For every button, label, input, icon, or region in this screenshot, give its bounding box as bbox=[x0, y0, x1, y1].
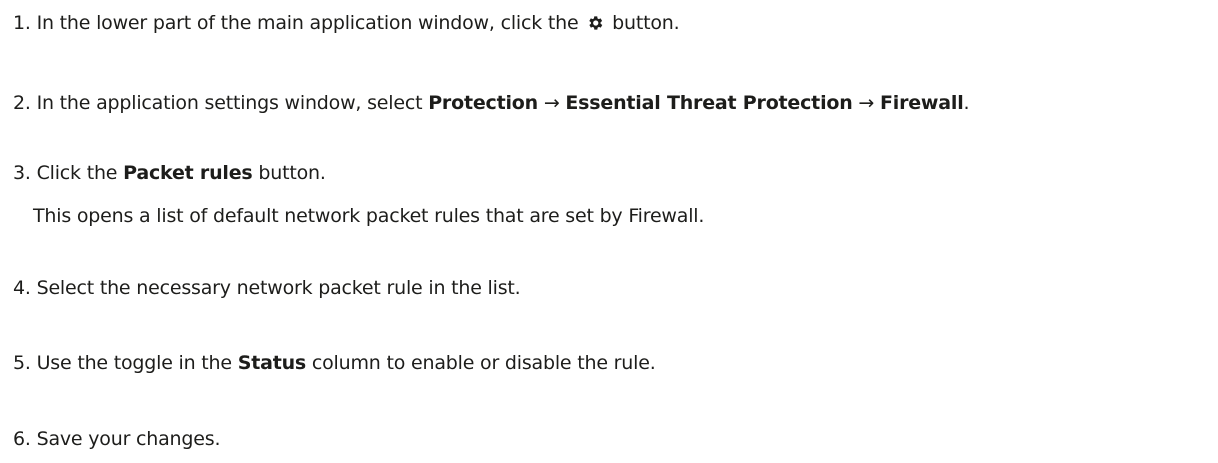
step-number: 5. bbox=[13, 352, 31, 374]
step-3: 3. Click the Packet rules button. bbox=[13, 161, 326, 185]
step-text: Click the bbox=[36, 162, 118, 184]
menu-path-protection: Protection bbox=[428, 92, 538, 114]
step-1: 1. In the lower part of the main applica… bbox=[13, 11, 680, 35]
step-text: Use the toggle in the bbox=[36, 352, 233, 374]
status-column-label: Status bbox=[237, 352, 307, 374]
menu-path-firewall: Firewall bbox=[879, 92, 964, 114]
step-text: In the application settings window, sele… bbox=[36, 92, 423, 114]
path-arrow: → bbox=[858, 92, 875, 114]
step-number: 2. bbox=[13, 92, 31, 114]
step-text: In the lower part of the main applicatio… bbox=[36, 12, 579, 34]
packet-rules-label: Packet rules bbox=[123, 162, 253, 184]
step-4: 4. Select the necessary network packet r… bbox=[13, 276, 521, 300]
instruction-document: 1. In the lower part of the main applica… bbox=[0, 0, 1218, 463]
menu-path-essential-threat-protection: Essential Threat Protection bbox=[565, 92, 853, 114]
step-text-end: button. bbox=[612, 12, 680, 34]
step-note: This opens a list of default network pac… bbox=[33, 205, 705, 227]
step-text: Select the necessary network packet rule… bbox=[36, 277, 521, 299]
gear-icon bbox=[586, 14, 604, 32]
step-6: 6. Save your changes. bbox=[13, 427, 220, 451]
step-5: 5. Use the toggle in the Status column t… bbox=[13, 351, 656, 375]
step-text-end: . bbox=[963, 92, 970, 114]
step-text-end: column to enable or disable the rule. bbox=[311, 352, 656, 374]
step-number: 6. bbox=[13, 428, 31, 450]
step-text: Save your changes. bbox=[36, 428, 221, 450]
step-number: 4. bbox=[13, 277, 31, 299]
step-3-note: This opens a list of default network pac… bbox=[33, 204, 704, 228]
step-number: 1. bbox=[13, 12, 31, 34]
step-number: 3. bbox=[13, 162, 31, 184]
step-2: 2. In the application settings window, s… bbox=[13, 91, 970, 115]
step-text-end: button. bbox=[258, 162, 326, 184]
path-arrow: → bbox=[543, 92, 560, 114]
